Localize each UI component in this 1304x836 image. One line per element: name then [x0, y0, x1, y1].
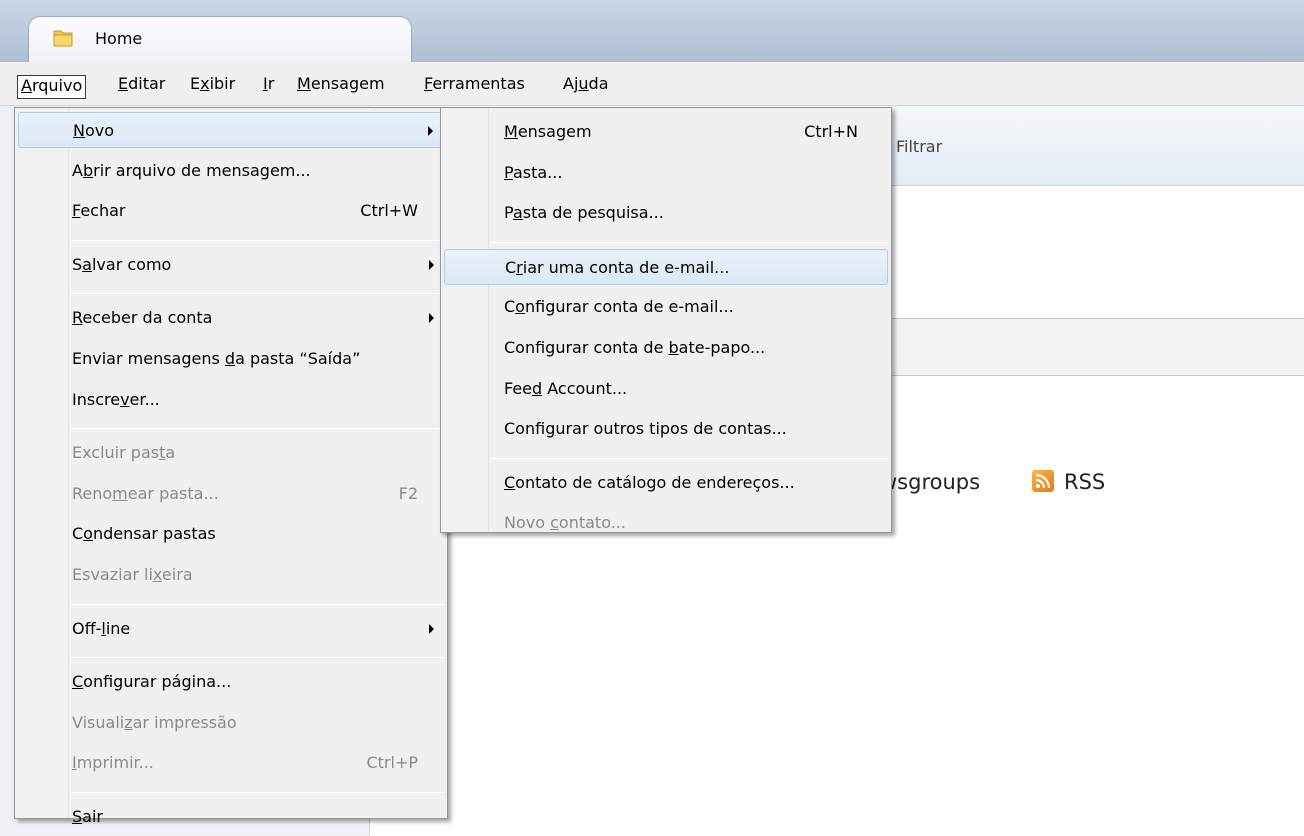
menu-item-pasta-de-pesquisa[interactable]: Pasta de pesquisa...: [444, 195, 888, 231]
menu-item-visualizar-impressao: Visualizar impressão: [18, 705, 444, 741]
submenu-arrow-icon: [428, 126, 433, 136]
menu-item-label: Configurar conta de bate-papo...: [504, 338, 766, 357]
menu-item-label: Configurar conta de e-mail...: [504, 297, 734, 317]
newsgroups-link[interactable]: wsgroups: [880, 470, 980, 494]
menu-item-fechar[interactable]: Fechar Ctrl+W: [18, 193, 444, 229]
menu-item-label: Feed Account...: [504, 378, 628, 398]
menu-separator: [491, 241, 888, 243]
menu-ferramentas[interactable]: Ferramentas: [424, 73, 525, 97]
menu-item-label: Pasta de pesquisa...: [504, 203, 664, 223]
tab-strip: Home: [0, 0, 1304, 62]
menu-item-label: Condensar pastas: [72, 524, 216, 544]
menu-item-label: Inscrever...: [72, 389, 160, 409]
menu-item-pasta[interactable]: Pasta...: [444, 155, 888, 191]
menu-item-shortcut: Ctrl+N: [804, 122, 858, 141]
menu-item-renomear-pasta: Renomear pasta... F2: [18, 476, 444, 512]
menu-mensagem[interactable]: Mensagem: [297, 73, 385, 97]
submenu-arrow-icon: [429, 259, 434, 270]
menu-separator: [71, 603, 444, 605]
folder-icon: [53, 30, 73, 47]
arquivo-menu: Novo Abrir arquivo de mensagem... Fechar Ct…: [14, 107, 448, 826]
menu-item-salvar-como[interactable]: Salvar como: [18, 247, 444, 283]
menu-editar[interactable]: Editar: [118, 73, 165, 97]
menu-item-label: Visualizar impressão: [72, 712, 237, 732]
filter-label[interactable]: Filtrar: [896, 137, 942, 156]
menu-item-shortcut: Ctrl+W: [360, 201, 418, 221]
menu-item-label: Criar uma conta de e-mail...: [505, 257, 730, 277]
menu-item-enviar-mensagens-da-pasta-saida[interactable]: Enviar mensagens da pasta “Saída”: [18, 341, 444, 377]
menu-arquivo[interactable]: Arquivo: [17, 75, 87, 99]
menu-separator: [71, 293, 444, 295]
rss-link[interactable]: RSS: [1064, 470, 1105, 494]
menu-item-label: Renomear pasta...: [72, 483, 219, 503]
menu-item-mensagem[interactable]: Mensagem Ctrl+N: [444, 114, 888, 150]
menu-item-label: Novo: [73, 121, 115, 140]
menu-separator: [71, 792, 444, 793]
menu-item-criar-uma-conta-de-e-mail[interactable]: Criar uma conta de e-mail...: [444, 248, 888, 285]
menu-item-label: Off-line: [72, 618, 131, 638]
menu-item-off-line[interactable]: Off-line: [18, 611, 444, 647]
menu-item-label: Fechar: [72, 201, 126, 221]
menu-item-sair[interactable]: Sair: [18, 799, 444, 835]
menu-item-label: Novo contato...: [504, 513, 626, 533]
menu-item-label: Esvaziar lixeira: [72, 565, 193, 584]
menu-item-configurar-outros-tipos-de-contas[interactable]: Configurar outros tipos de contas...: [444, 411, 888, 447]
menu-item-label: Contato de catálogo de endereços...: [504, 472, 795, 492]
menu-item-label: Abrir arquivo de mensagem...: [72, 160, 311, 180]
submenu-arrow-icon: [429, 623, 434, 634]
menu-separator: [71, 428, 444, 430]
menu-item-condensar-pastas[interactable]: Condensar pastas: [18, 516, 444, 552]
menu-item-label: Mensagem: [504, 122, 592, 141]
menu-ir[interactable]: Ir: [263, 73, 274, 97]
menu-separator: [71, 239, 444, 241]
menu-item-label: Excluir pasta: [72, 443, 176, 463]
menu-item-contato-de-catalogo-de-enderecos[interactable]: Contato de catálogo de endereços...: [444, 465, 888, 501]
menu-item-configurar-conta-de-bate-papo[interactable]: Configurar conta de bate-papo...: [444, 330, 888, 366]
menu-item-excluir-pasta: Excluir pasta: [18, 435, 444, 471]
menu-item-imprimir: Imprimir... Ctrl+P: [18, 745, 444, 781]
menu-item-label: Sair: [72, 807, 103, 826]
menu-ajuda[interactable]: Ajuda: [563, 73, 609, 97]
rss-icon[interactable]: [1032, 470, 1054, 492]
menu-item-label: Receber da conta: [72, 308, 213, 328]
menu-item-label: Pasta...: [504, 162, 563, 182]
menu-item-feed-account[interactable]: Feed Account...: [444, 371, 888, 407]
submenu-arrow-icon: [429, 313, 434, 324]
tab-label: Home: [95, 29, 143, 48]
menu-item-configurar-conta-de-e-mail[interactable]: Configurar conta de e-mail...: [444, 289, 888, 325]
menu-item-abrir-arquivo-de-mensagem[interactable]: Abrir arquivo de mensagem...: [18, 153, 444, 189]
menu-exibir[interactable]: Exibir: [190, 73, 235, 97]
menu-item-shortcut: F2: [398, 483, 418, 503]
menu-item-label: Configurar outros tipos de contas...: [504, 419, 787, 439]
menu-item-novo[interactable]: Novo: [18, 112, 444, 148]
menu-item-inscrever[interactable]: Inscrever...: [18, 382, 444, 418]
novo-submenu: Mensagem Ctrl+N Pasta... Pasta de pesquisa.…: [440, 107, 892, 533]
menu-item-receber-da-conta[interactable]: Receber da conta: [18, 300, 444, 336]
menu-item-configurar-pagina[interactable]: Configurar página...: [18, 664, 444, 700]
menu-item-esvaziar-lixeira: Esvaziar lixeira: [18, 557, 444, 593]
menu-item-label: Salvar como: [72, 254, 172, 274]
menu-bar: Arquivo Editar Exibir Ir Mensagem Ferramentas…: [0, 62, 1304, 106]
menu-separator: [71, 657, 444, 659]
tab-home[interactable]: Home: [28, 16, 412, 62]
menu-item-label: Configurar página...: [72, 672, 232, 692]
menu-item-label: Enviar mensagens da pasta “Saída”: [72, 349, 361, 368]
menu-separator: [491, 457, 888, 459]
menu-item-shortcut: Ctrl+P: [366, 753, 418, 773]
menu-item-novo-contato: Novo contato...: [444, 505, 888, 541]
menu-item-label: Imprimir...: [72, 753, 154, 773]
